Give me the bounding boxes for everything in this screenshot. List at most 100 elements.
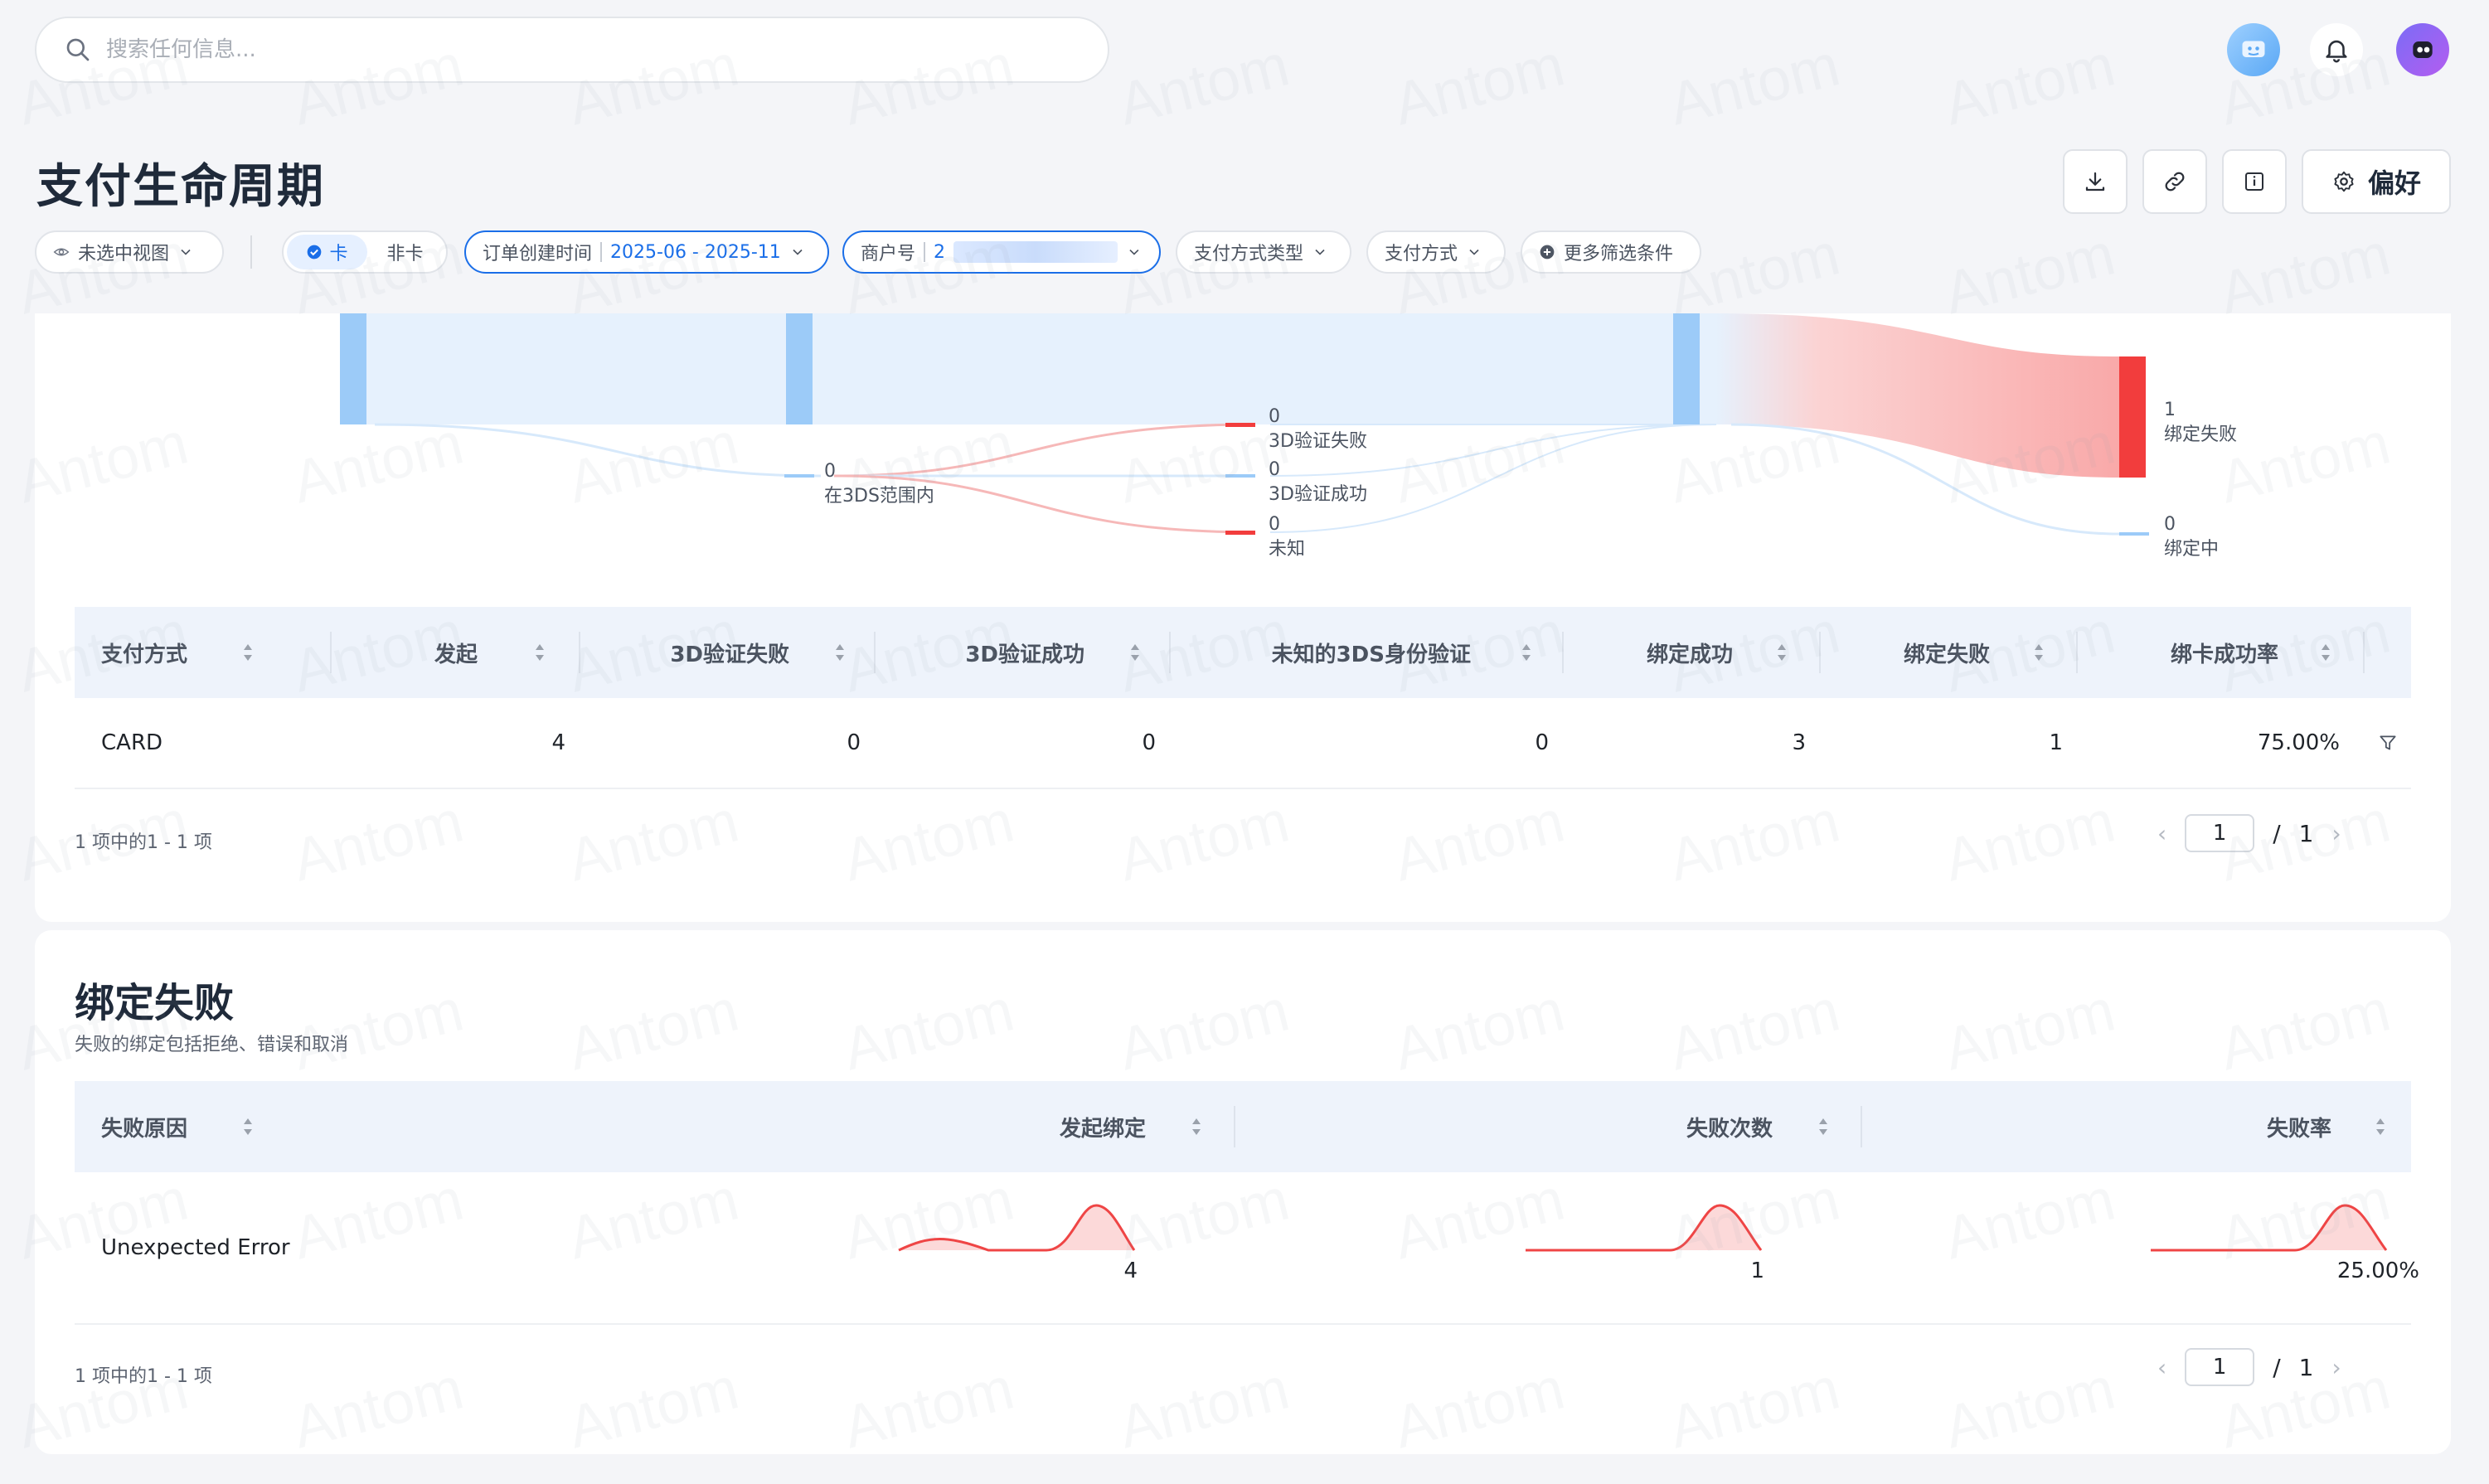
sankey-node-bind-fail bbox=[2119, 356, 2146, 478]
view-selector[interactable]: 未选中视图 bbox=[35, 230, 224, 274]
pagination-summary: 1 项中的1 - 1 项 bbox=[75, 1366, 212, 1387]
value-initiated: 4 bbox=[1123, 1258, 1138, 1283]
next-page-icon[interactable]: › bbox=[2331, 1354, 2341, 1381]
sankey-node-3ds-step bbox=[786, 313, 813, 424]
sankey-node-binding bbox=[2119, 532, 2149, 536]
prev-page-icon[interactable]: ‹ bbox=[2157, 1354, 2166, 1381]
cell-3d-success: 0 bbox=[1142, 730, 1156, 755]
preferences-label: 偏好 bbox=[2367, 167, 2421, 199]
col-bind-fail[interactable]: 绑定失败 bbox=[1821, 607, 2078, 698]
sankey-node-initiated bbox=[340, 313, 366, 424]
table-row[interactable]: CARD 4 0 0 0 3 1 75.00% bbox=[75, 698, 2411, 789]
col-initiated[interactable]: 发起 bbox=[332, 607, 580, 698]
value-rate: 25.00% bbox=[2336, 1258, 2419, 1283]
sort-icon bbox=[1522, 644, 1531, 661]
page-title: 支付生命周期 bbox=[36, 160, 325, 214]
link-icon bbox=[2165, 172, 2185, 192]
chevron-down-icon bbox=[1129, 249, 1139, 255]
sort-icon bbox=[836, 644, 844, 661]
search-bar[interactable] bbox=[35, 17, 1109, 83]
download-icon bbox=[2085, 172, 2105, 192]
preferences-button[interactable]: 偏好 bbox=[2302, 149, 2451, 214]
sankey-node-3d-success bbox=[1225, 474, 1255, 478]
sankey-flow-bind-fail bbox=[1716, 313, 2119, 478]
col-unknown-3ds[interactable]: 未知的3DS身份验证 bbox=[1171, 607, 1564, 698]
card-toggle[interactable]: 卡 非卡 bbox=[282, 230, 448, 274]
info-icon bbox=[2245, 172, 2263, 191]
gear-icon bbox=[2334, 171, 2354, 192]
section-subtitle: 失败的绑定包括拒绝、错误和取消 bbox=[75, 1035, 349, 1055]
page-input[interactable]: 1 bbox=[2185, 1348, 2255, 1386]
sankey-label-3d-success: 0 3D验证成功 bbox=[1269, 459, 1367, 505]
merchant-id-redacted bbox=[953, 241, 1118, 263]
view-label: 未选中视图 bbox=[78, 244, 170, 264]
bell-icon[interactable] bbox=[2310, 23, 2363, 76]
more-filters-button[interactable]: 更多筛选条件 bbox=[1521, 230, 1701, 274]
sort-icon bbox=[1819, 1118, 1827, 1135]
table-row[interactable]: Unexpected Error bbox=[75, 1172, 2411, 1325]
order-date-filter[interactable]: 订单创建时间 2025-06 - 2025-11 bbox=[464, 230, 829, 274]
filter-icon[interactable] bbox=[2365, 698, 2411, 788]
info-button[interactable] bbox=[2222, 149, 2287, 214]
payment-type-filter[interactable]: 支付方式类型 bbox=[1176, 230, 1351, 274]
search-input[interactable] bbox=[106, 37, 1018, 62]
payment-method-filter[interactable]: 支付方式 bbox=[1366, 230, 1506, 274]
sort-icon bbox=[536, 644, 544, 661]
sankey-label-3d-fail: 0 3D验证失败 bbox=[1269, 406, 1367, 452]
col-bind-success[interactable]: 绑定成功 bbox=[1564, 607, 1821, 698]
col-failure-count[interactable]: 失败次数 bbox=[1235, 1081, 1862, 1172]
page-input[interactable]: 1 bbox=[2185, 814, 2255, 852]
bind-failure-panel: 绑定失败 失败的绑定包括拒绝、错误和取消 失败原因 发起绑定 失败次数 失败率 … bbox=[35, 930, 2451, 1454]
chevron-down-icon bbox=[793, 249, 803, 255]
chevron-down-icon bbox=[1469, 249, 1479, 255]
pagination-summary: 1 项中的1 - 1 项 bbox=[75, 832, 212, 853]
col-failure-reason[interactable]: 失败原因 bbox=[75, 1081, 705, 1172]
chevron-down-icon bbox=[181, 249, 191, 255]
lifecycle-table-header: 支付方式 发起 3D验证失败 3D验证成功 未知的3DS身份验证 绑定成功 绑定… bbox=[75, 607, 2411, 698]
sankey-node-bind bbox=[1673, 313, 1700, 424]
date-filter-value: 2025-06 - 2025-11 bbox=[610, 241, 781, 263]
col-3d-fail[interactable]: 3D验证失败 bbox=[580, 607, 876, 698]
cell-bind-rate: 75.00% bbox=[2257, 730, 2340, 755]
pagination[interactable]: ‹ 1 / 1 › bbox=[2157, 1348, 2341, 1386]
col-bind-initiated[interactable]: 发起绑定 bbox=[705, 1081, 1235, 1172]
next-page-icon[interactable]: › bbox=[2331, 820, 2341, 847]
cell-bind-fail: 1 bbox=[2049, 730, 2063, 755]
sparkline-rate bbox=[2151, 1204, 2388, 1252]
sankey-label-in-3ds: 0 在3DS范围内 bbox=[824, 461, 934, 507]
col-payment-method[interactable]: 支付方式 bbox=[75, 607, 332, 698]
sort-icon bbox=[2035, 644, 2043, 661]
non-card-option[interactable]: 非卡 bbox=[367, 235, 443, 269]
total-pages: 1 bbox=[2298, 819, 2314, 847]
card-option[interactable]: 卡 bbox=[287, 235, 367, 269]
merchant-filter[interactable]: 商户号 2 bbox=[842, 230, 1161, 274]
sankey-label-bind-fail: 1 绑定失败 bbox=[2164, 400, 2238, 445]
sankey-node-3d-fail bbox=[1225, 423, 1255, 427]
sort-icon bbox=[1131, 644, 1139, 661]
sort-icon bbox=[2376, 1118, 2385, 1135]
lifecycle-panel: 0 在3DS范围内 0 3D验证失败 0 3D验证成功 0 未知 1 绑定失败 0 绑定中 … bbox=[35, 313, 2451, 922]
sankey-node-unknown bbox=[1225, 531, 1255, 535]
check-circle-icon bbox=[308, 245, 322, 259]
cell-3d-fail: 0 bbox=[847, 730, 861, 755]
assistant-icon[interactable] bbox=[2227, 23, 2280, 76]
col-failure-rate[interactable]: 失败率 bbox=[1862, 1081, 2411, 1172]
sparkline-failures bbox=[1526, 1204, 1763, 1252]
copy-link-button[interactable] bbox=[2142, 149, 2207, 214]
sort-icon bbox=[1778, 644, 1786, 661]
sort-icon bbox=[1192, 1118, 1201, 1135]
pagination[interactable]: ‹ 1 / 1 › bbox=[2157, 814, 2341, 852]
sankey-label-binding: 0 绑定中 bbox=[2164, 514, 2220, 560]
col-3d-success[interactable]: 3D验证成功 bbox=[876, 607, 1171, 698]
avatar[interactable] bbox=[2396, 23, 2449, 76]
col-bind-rate[interactable]: 绑卡成功率 bbox=[2078, 607, 2365, 698]
total-pages: 1 bbox=[2298, 1353, 2314, 1381]
merchant-filter-value: 2 bbox=[934, 241, 945, 263]
cell-failure-reason: Unexpected Error bbox=[101, 1235, 290, 1260]
section-title: 绑定失败 bbox=[75, 980, 235, 1026]
sort-icon bbox=[2322, 644, 2330, 661]
sankey-flow-initiated bbox=[366, 313, 821, 424]
sort-icon bbox=[244, 644, 252, 661]
prev-page-icon[interactable]: ‹ bbox=[2157, 820, 2166, 847]
download-button[interactable] bbox=[2063, 149, 2128, 214]
